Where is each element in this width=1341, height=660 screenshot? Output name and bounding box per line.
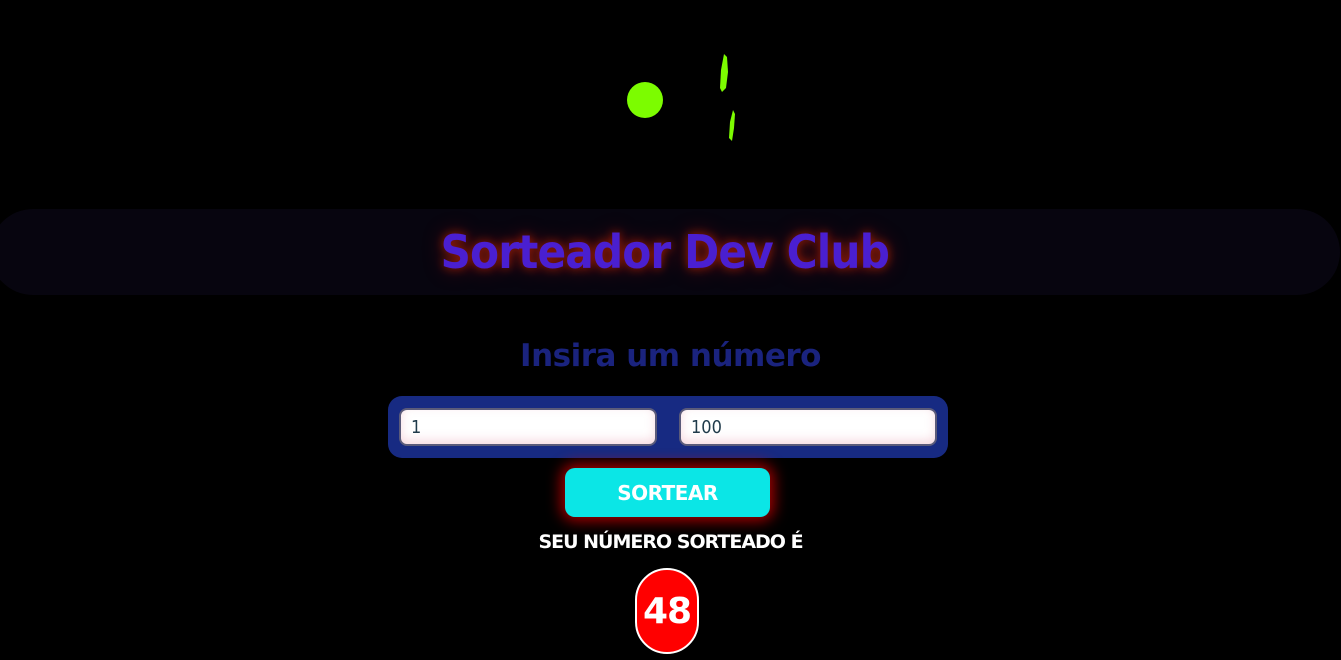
logo-dash-bottom	[729, 110, 735, 141]
result-label: SEU NÚMERO SORTEADO É	[538, 531, 803, 553]
draw-button[interactable]: SORTEAR	[565, 468, 770, 517]
page: Sorteador Dev Club Insira um número SORT…	[0, 0, 1341, 660]
result-number: 48	[642, 590, 692, 632]
title-banner: Sorteador Dev Club	[0, 209, 1340, 295]
logo-dot	[627, 82, 663, 118]
min-number-input[interactable]	[399, 408, 657, 446]
logo-dash-top	[720, 54, 728, 92]
max-number-input[interactable]	[679, 408, 937, 446]
page-title: Sorteador Dev Club	[440, 225, 890, 279]
logo-icon	[627, 54, 735, 141]
result-badge: 48	[635, 568, 699, 654]
prompt-heading: Insira um número	[520, 338, 821, 374]
range-inputs-container	[388, 396, 948, 458]
